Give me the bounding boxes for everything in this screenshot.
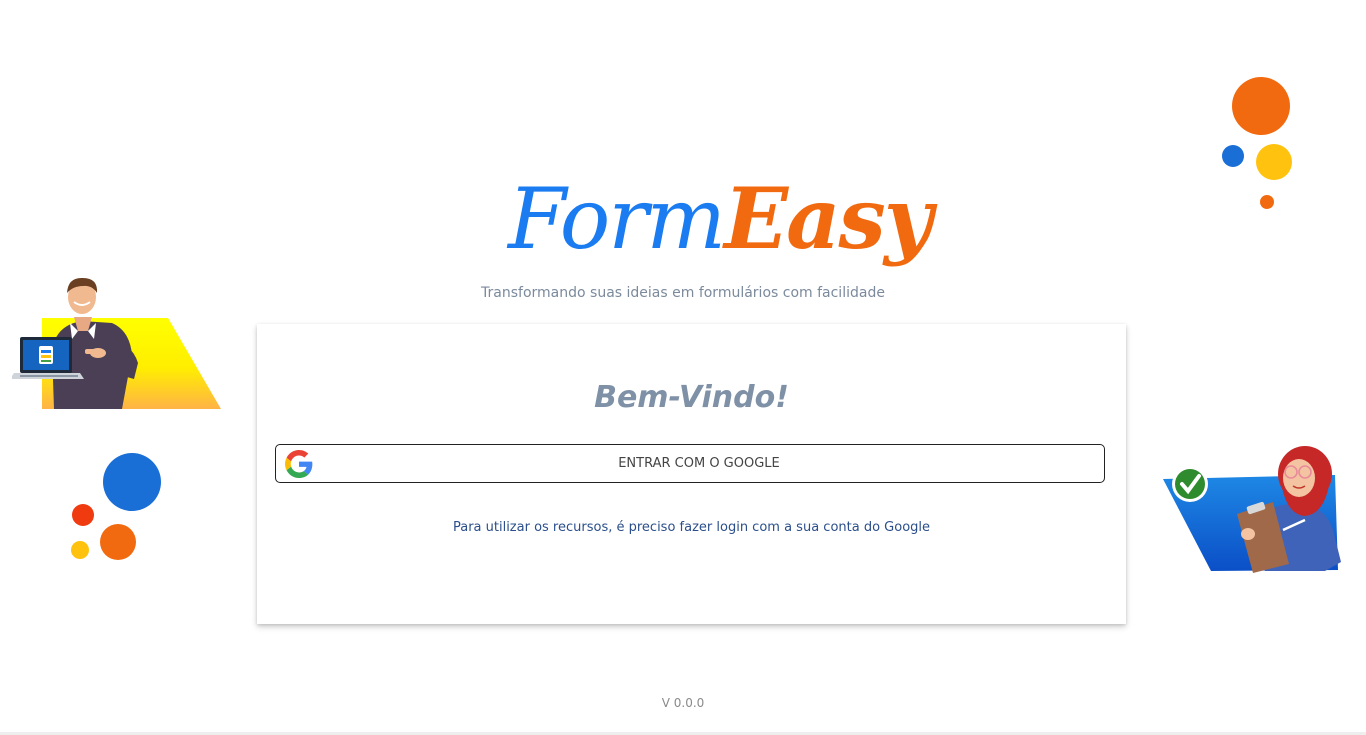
tagline: Transformando suas ideias em formulários… — [481, 285, 885, 301]
orange-dot — [100, 524, 136, 560]
man-with-laptop-illustration — [12, 277, 221, 409]
red-dot — [72, 504, 94, 526]
yellow-dot — [1256, 144, 1292, 180]
login-card: Bem-Vindo! ENTRAR COM O GOOGLE Para util… — [257, 324, 1126, 624]
google-icon — [285, 450, 313, 478]
welcome-title: Bem-Vindo! — [594, 380, 789, 415]
app-version: V 0.0.0 — [661, 696, 705, 710]
google-login-label: ENTRAR COM O GOOGLE — [618, 456, 780, 471]
yellow-dot-small — [71, 541, 89, 559]
orange-dot-large — [1232, 77, 1290, 135]
login-page: FormEasy Transformando suas ideias em fo… — [0, 0, 1366, 735]
blue-dot — [1222, 145, 1244, 167]
login-requirement-note: Para utilizar os recursos, é preciso faz… — [452, 520, 931, 535]
google-login-button[interactable]: ENTRAR COM O GOOGLE — [275, 444, 1105, 483]
decorative-dots-top-right — [1222, 77, 1292, 209]
formeasy-logo: FormEasy — [508, 160, 933, 278]
blue-dot-large — [103, 453, 161, 511]
logo-text-form: Form — [508, 170, 726, 268]
orange-dot-small — [1260, 195, 1274, 209]
woman-with-clipboard-illustration — [1163, 446, 1341, 573]
logo-text-easy: Easy — [724, 169, 933, 268]
decorative-dots-left — [71, 453, 161, 560]
